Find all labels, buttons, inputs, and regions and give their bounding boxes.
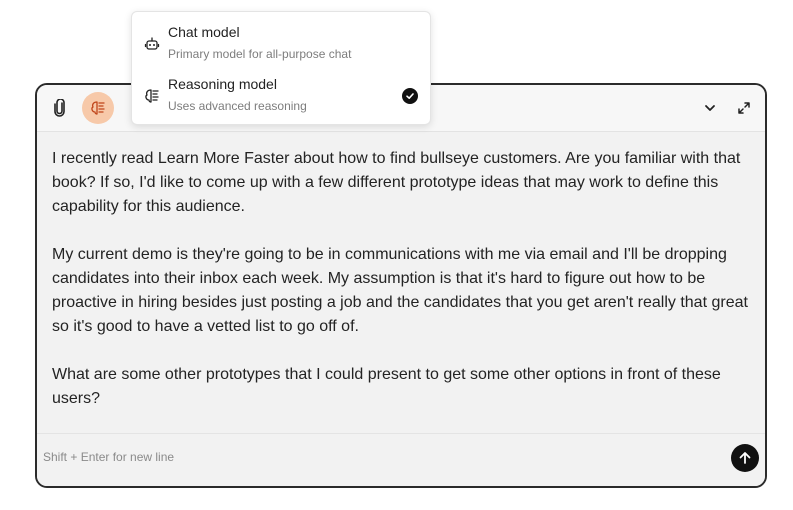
message-composer[interactable]: I recently read Learn More Faster about … xyxy=(35,83,767,488)
expand-icon xyxy=(738,102,750,114)
chevron-down-icon xyxy=(705,105,715,111)
model-option-title: Chat model xyxy=(168,24,240,40)
page: I recently read Learn More Faster about … xyxy=(0,0,793,510)
message-paragraph: What are some other prototypes that I co… xyxy=(52,366,721,407)
paperclip-icon xyxy=(54,99,65,117)
model-option-description: Uses advanced reasoning xyxy=(168,99,307,113)
model-option-description: Primary model for all-purpose chat xyxy=(168,47,352,61)
robot-icon xyxy=(143,35,161,53)
expand-button[interactable] xyxy=(729,95,759,121)
composer-footer: Shift + Enter for new line xyxy=(37,433,765,486)
send-button[interactable] xyxy=(731,444,759,472)
arrow-up-icon xyxy=(739,452,751,464)
model-option-title: Reasoning model xyxy=(168,76,277,92)
model-selector-menu: Chat model Primary model for all-purpose… xyxy=(131,11,431,125)
checkmark-icon xyxy=(402,88,418,104)
model-option-chat[interactable]: Chat model Primary model for all-purpose… xyxy=(132,20,430,70)
collapse-button[interactable] xyxy=(695,95,725,121)
message-text[interactable]: I recently read Learn More Faster about … xyxy=(52,147,753,435)
reasoning-toggle-button[interactable] xyxy=(82,92,114,124)
message-paragraph: My current demo is they're going to be i… xyxy=(52,246,748,335)
newline-hint: Shift + Enter for new line xyxy=(43,450,175,464)
message-paragraph: I recently read Learn More Faster about … xyxy=(52,150,741,215)
attach-button[interactable] xyxy=(45,95,75,121)
brain-icon xyxy=(91,101,105,115)
brain-icon xyxy=(143,87,161,105)
model-option-reasoning[interactable]: Reasoning model Uses advanced reasoning xyxy=(132,72,430,122)
